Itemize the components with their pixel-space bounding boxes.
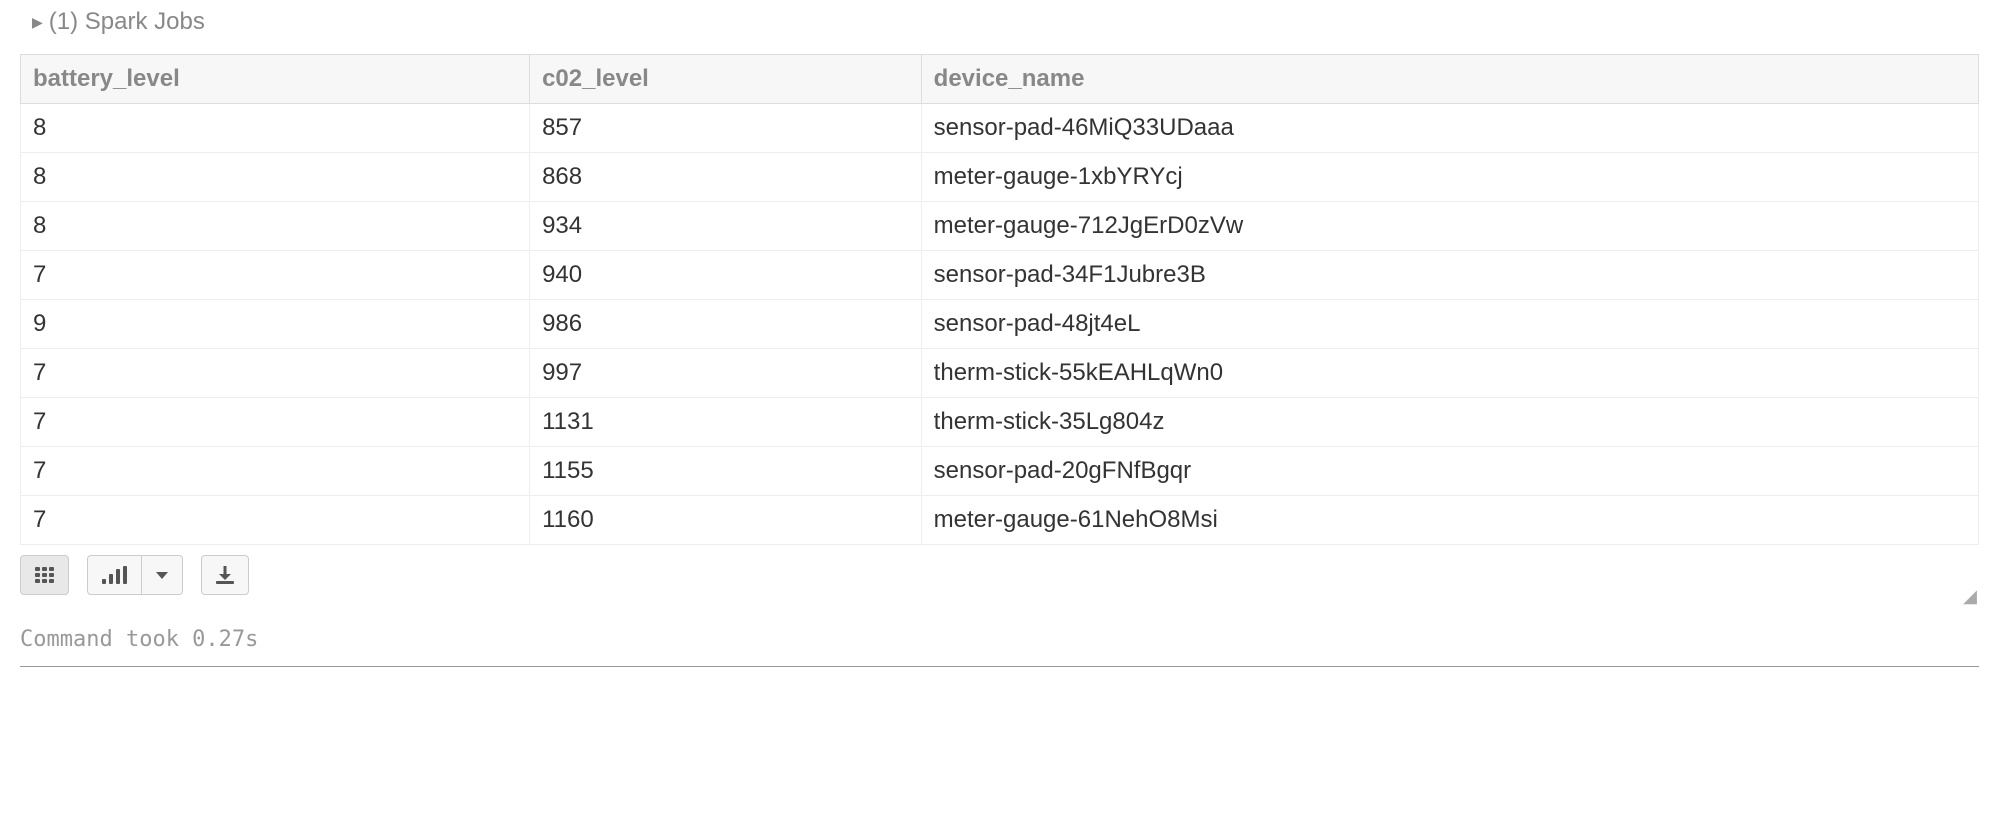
table-row: 8 857 sensor-pad-46MiQ33UDaaa [21,104,1979,153]
cell-c02-level: 1131 [530,398,922,447]
chart-view-button-group [87,555,183,595]
table-row: 7 1155 sensor-pad-20gFNfBgqr [21,447,1979,496]
cell-device-name: meter-gauge-1xbYRYcj [921,153,1978,202]
cell-battery-level: 7 [21,496,530,545]
cell-battery-level: 8 [21,202,530,251]
table-row: 9 986 sensor-pad-48jt4eL [21,300,1979,349]
results-table: battery_level c02_level device_name 8 85… [20,54,1979,545]
cell-c02-level: 868 [530,153,922,202]
cell-battery-level: 7 [21,447,530,496]
bar-chart-icon [102,566,127,584]
cell-c02-level: 997 [530,349,922,398]
table-icon [35,567,54,583]
table-header-row: battery_level c02_level device_name [21,55,1979,104]
resize-handle-icon[interactable]: ◢ [1963,587,1977,605]
cell-c02-level: 1155 [530,447,922,496]
table-view-button[interactable] [20,555,69,595]
spark-jobs-toggle[interactable]: ▶ (1) Spark Jobs [20,8,1979,36]
column-header-battery-level[interactable]: battery_level [21,55,530,104]
cell-device-name: therm-stick-35Lg804z [921,398,1978,447]
cell-c02-level: 940 [530,251,922,300]
cell-device-name: meter-gauge-712JgErD0zVw [921,202,1978,251]
table-row: 8 868 meter-gauge-1xbYRYcj [21,153,1979,202]
column-header-c02-level[interactable]: c02_level [530,55,922,104]
cell-device-name: meter-gauge-61NehO8Msi [921,496,1978,545]
command-execution-time: Command took 0.27s [20,627,1979,652]
table-row: 7 997 therm-stick-55kEAHLqWn0 [21,349,1979,398]
table-row: 7 1160 meter-gauge-61NehO8Msi [21,496,1979,545]
chart-view-dropdown-button[interactable] [142,555,183,595]
cell-battery-level: 9 [21,300,530,349]
cell-c02-level: 934 [530,202,922,251]
table-row: 7 1131 therm-stick-35Lg804z [21,398,1979,447]
cell-battery-level: 7 [21,398,530,447]
cell-battery-level: 7 [21,251,530,300]
cell-battery-level: 8 [21,104,530,153]
download-button[interactable] [201,555,249,595]
cell-device-name: sensor-pad-20gFNfBgqr [921,447,1978,496]
caret-down-icon [156,572,168,579]
cell-device-name: sensor-pad-46MiQ33UDaaa [921,104,1978,153]
cell-c02-level: 986 [530,300,922,349]
cell-divider [20,666,1979,667]
cell-device-name: therm-stick-55kEAHLqWn0 [921,349,1978,398]
cell-device-name: sensor-pad-34F1Jubre3B [921,251,1978,300]
table-row: 8 934 meter-gauge-712JgErD0zVw [21,202,1979,251]
cell-device-name: sensor-pad-48jt4eL [921,300,1978,349]
table-row: 7 940 sensor-pad-34F1Jubre3B [21,251,1979,300]
chart-view-button[interactable] [87,555,142,595]
cell-c02-level: 857 [530,104,922,153]
cell-battery-level: 7 [21,349,530,398]
cell-battery-level: 8 [21,153,530,202]
cell-c02-level: 1160 [530,496,922,545]
spark-jobs-label: (1) Spark Jobs [49,8,205,36]
expand-triangle-icon: ▶ [32,14,43,31]
column-header-device-name[interactable]: device_name [921,55,1978,104]
download-icon [216,566,234,584]
